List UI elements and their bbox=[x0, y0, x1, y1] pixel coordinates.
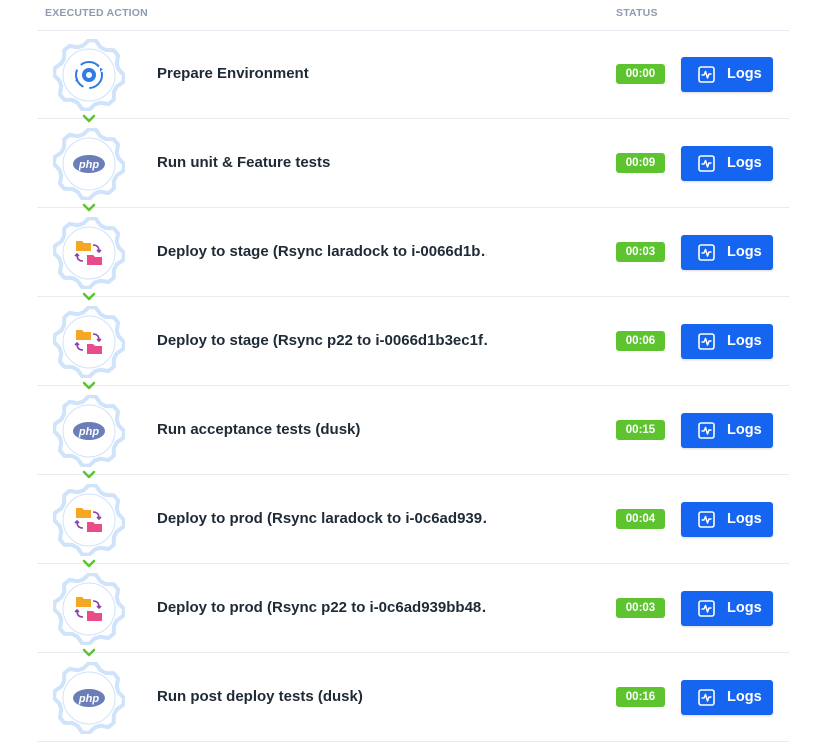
step-gear-badge bbox=[53, 573, 125, 645]
step-gear-badge: php bbox=[53, 395, 125, 467]
logs-button-label: Logs bbox=[727, 333, 762, 349]
logs-button-label: Logs bbox=[727, 689, 762, 705]
logs-button-label: Logs bbox=[727, 511, 762, 527]
logs-button[interactable]: Logs bbox=[681, 502, 773, 537]
activity-icon bbox=[698, 66, 715, 83]
folder-transfer-icon bbox=[73, 237, 105, 269]
chevron-down-icon bbox=[82, 112, 96, 126]
step-gear-badge: php bbox=[53, 662, 125, 734]
php-logo-text: php bbox=[78, 426, 99, 438]
activity-icon bbox=[698, 511, 715, 528]
gear-sync-icon bbox=[73, 59, 105, 91]
action-row: Deploy to stage (Rsync p22 to i-0066d1b3… bbox=[37, 297, 789, 390]
activity-icon bbox=[698, 422, 715, 439]
activity-icon bbox=[698, 155, 715, 172]
activity-icon bbox=[698, 689, 715, 706]
chevron-down-icon bbox=[82, 557, 96, 571]
status-badge: 00:03 bbox=[616, 598, 665, 618]
action-row: Prepare Environment 00:00 Logs bbox=[37, 30, 789, 123]
php-logo-text: php bbox=[78, 159, 99, 171]
action-title: Run unit & Feature tests bbox=[157, 154, 331, 171]
logs-button[interactable]: Logs bbox=[681, 235, 773, 270]
step-gear-badge: php bbox=[53, 128, 125, 200]
action-row: Deploy to stage (Rsync laradock to i-006… bbox=[37, 208, 789, 301]
action-row: php Run unit & Feature tests 00:09 Logs bbox=[37, 119, 789, 212]
chevron-down-icon bbox=[82, 468, 96, 482]
folder-transfer-icon bbox=[73, 504, 105, 536]
chevron-down-icon bbox=[82, 646, 96, 660]
logs-button-label: Logs bbox=[727, 155, 762, 171]
status-badge: 00:06 bbox=[616, 331, 665, 351]
action-title: Deploy to stage (Rsync laradock to i-006… bbox=[157, 243, 487, 260]
logs-button-label: Logs bbox=[727, 66, 762, 82]
action-row: php Run post deploy tests (dusk) 00:16 Logs bbox=[37, 653, 789, 742]
status-badge: 00:04 bbox=[616, 509, 665, 529]
php-icon: php bbox=[73, 148, 105, 180]
logs-button[interactable]: Logs bbox=[681, 146, 773, 181]
status-badge: 00:15 bbox=[616, 420, 665, 440]
php-logo-text: php bbox=[78, 693, 99, 705]
action-title: Deploy to stage (Rsync p22 to i-0066d1b3… bbox=[157, 332, 487, 349]
status-badge: 00:03 bbox=[616, 242, 665, 262]
folder-transfer-icon bbox=[73, 593, 105, 625]
action-title: Deploy to prod (Rsync p22 to i-0c6ad939b… bbox=[157, 599, 487, 616]
step-gear-badge bbox=[53, 39, 125, 111]
logs-button[interactable]: Logs bbox=[681, 680, 773, 715]
executed-action-header: EXECUTED ACTION bbox=[45, 7, 148, 19]
activity-icon bbox=[698, 600, 715, 617]
step-gear-badge bbox=[53, 217, 125, 289]
logs-button-label: Logs bbox=[727, 422, 762, 438]
chevron-down-icon bbox=[82, 290, 96, 304]
chevron-down-icon bbox=[82, 201, 96, 215]
activity-icon bbox=[698, 333, 715, 350]
action-row: Deploy to prod (Rsync laradock to i-0c6a… bbox=[37, 475, 789, 568]
status-badge: 00:16 bbox=[616, 687, 665, 707]
status-badge: 00:00 bbox=[616, 64, 665, 84]
logs-button-label: Logs bbox=[727, 244, 762, 260]
chevron-down-icon bbox=[82, 379, 96, 393]
php-icon: php bbox=[73, 415, 105, 447]
step-gear-badge bbox=[53, 306, 125, 378]
action-row: php Run acceptance tests (dusk) 00:15 Logs bbox=[37, 386, 789, 479]
status-header: STATUS bbox=[616, 7, 658, 19]
status-badge: 00:09 bbox=[616, 153, 665, 173]
action-title: Prepare Environment bbox=[157, 65, 309, 82]
php-icon: php bbox=[73, 682, 105, 714]
activity-icon bbox=[698, 244, 715, 261]
logs-button[interactable]: Logs bbox=[681, 324, 773, 359]
folder-transfer-icon bbox=[73, 326, 105, 358]
logs-button-label: Logs bbox=[727, 600, 762, 616]
action-row: Deploy to prod (Rsync p22 to i-0c6ad939b… bbox=[37, 564, 789, 657]
action-title: Deploy to prod (Rsync laradock to i-0c6a… bbox=[157, 510, 487, 527]
action-list: Prepare Environment 00:00 Logs php Run unit … bbox=[37, 30, 789, 742]
action-title: Run acceptance tests (dusk) bbox=[157, 421, 361, 438]
logs-button[interactable]: Logs bbox=[681, 591, 773, 626]
logs-button[interactable]: Logs bbox=[681, 57, 773, 92]
action-title: Run post deploy tests (dusk) bbox=[157, 688, 363, 705]
logs-button[interactable]: Logs bbox=[681, 413, 773, 448]
table-header: EXECUTED ACTION STATUS bbox=[37, 0, 789, 31]
step-gear-badge bbox=[53, 484, 125, 556]
